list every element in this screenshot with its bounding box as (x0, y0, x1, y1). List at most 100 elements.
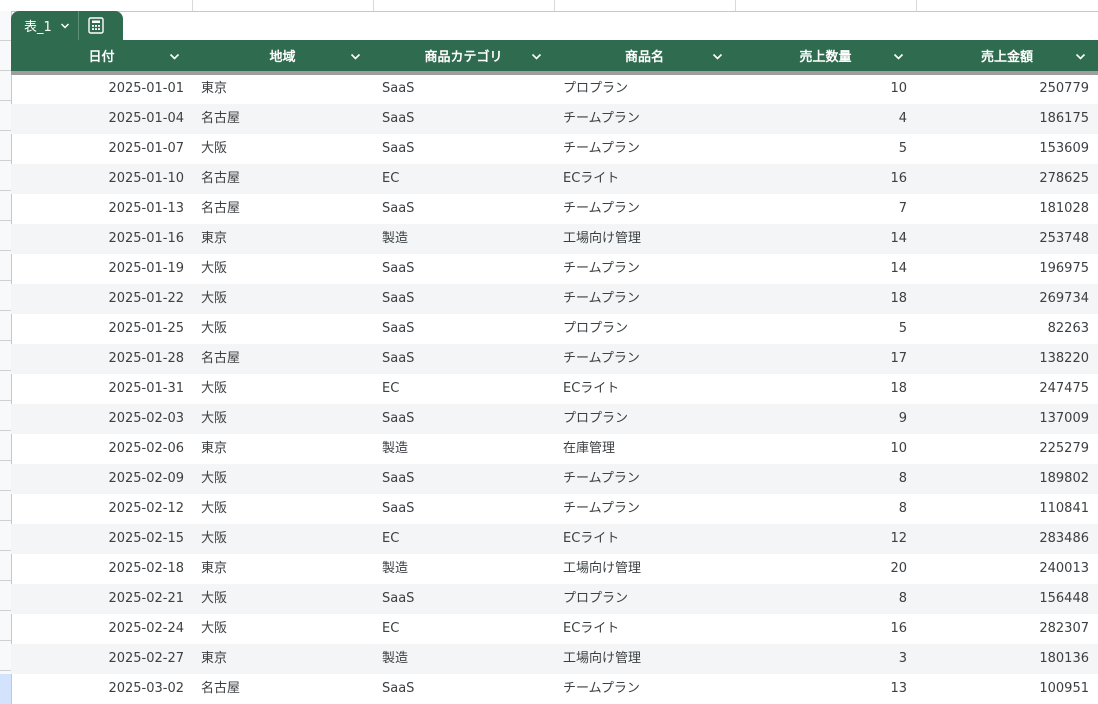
cell-date[interactable]: 2025-02-06 (11, 434, 192, 464)
cell-category[interactable]: 製造 (373, 644, 554, 674)
cell-category[interactable]: SaaS (373, 674, 554, 704)
cell-date[interactable]: 2025-01-25 (11, 314, 192, 344)
cell-product[interactable]: プロプラン (554, 584, 735, 614)
cell-amount[interactable]: 153609 (916, 134, 1098, 164)
cell-amount[interactable]: 137009 (916, 404, 1098, 434)
cell-category[interactable]: SaaS (373, 284, 554, 314)
cell-category[interactable]: SaaS (373, 194, 554, 224)
cell-region[interactable]: 名古屋 (192, 194, 373, 224)
cell-category[interactable]: SaaS (373, 314, 554, 344)
cell-quantity[interactable]: 16 (735, 164, 916, 194)
cell-amount[interactable]: 186175 (916, 104, 1098, 134)
cell-product[interactable]: チームプラン (554, 674, 735, 704)
cell-region[interactable]: 大阪 (192, 314, 373, 344)
cell-amount[interactable]: 100951 (916, 674, 1098, 704)
cell-region[interactable]: 名古屋 (192, 164, 373, 194)
header-quantity[interactable]: 売上数量 (735, 40, 916, 71)
cell-category[interactable]: EC (373, 524, 554, 554)
cell-date[interactable]: 2025-01-19 (11, 254, 192, 284)
cell-product[interactable]: チームプラン (554, 194, 735, 224)
table-name-dropdown[interactable]: 表_1 (11, 11, 78, 40)
cell-region[interactable]: 大阪 (192, 404, 373, 434)
cell-quantity[interactable]: 12 (735, 524, 916, 554)
cell-product[interactable]: 工場向け管理 (554, 224, 735, 254)
cell-region[interactable]: 大阪 (192, 464, 373, 494)
cell-date[interactable]: 2025-02-12 (11, 494, 192, 524)
cell-quantity[interactable]: 4 (735, 104, 916, 134)
cell-region[interactable]: 大阪 (192, 614, 373, 644)
cell-amount[interactable]: 240013 (916, 554, 1098, 584)
cell-quantity[interactable]: 10 (735, 434, 916, 464)
cell-quantity[interactable]: 14 (735, 224, 916, 254)
cell-quantity[interactable]: 18 (735, 374, 916, 404)
cell-date[interactable]: 2025-02-18 (11, 554, 192, 584)
cell-region[interactable]: 名古屋 (192, 104, 373, 134)
cell-date[interactable]: 2025-03-02 (11, 674, 192, 704)
cell-amount[interactable]: 196975 (916, 254, 1098, 284)
cell-category[interactable]: SaaS (373, 74, 554, 104)
cell-region[interactable]: 東京 (192, 434, 373, 464)
cell-amount[interactable]: 180136 (916, 644, 1098, 674)
cell-region[interactable]: 大阪 (192, 284, 373, 314)
cell-quantity[interactable]: 8 (735, 494, 916, 524)
cell-amount[interactable]: 247475 (916, 374, 1098, 404)
cell-date[interactable]: 2025-01-22 (11, 284, 192, 314)
cell-category[interactable]: SaaS (373, 404, 554, 434)
cell-quantity[interactable]: 14 (735, 254, 916, 284)
cell-product[interactable]: チームプラン (554, 344, 735, 374)
cell-quantity[interactable]: 8 (735, 464, 916, 494)
cell-amount[interactable]: 181028 (916, 194, 1098, 224)
cell-product[interactable]: ECライト (554, 524, 735, 554)
cell-date[interactable]: 2025-01-04 (11, 104, 192, 134)
cell-product[interactable]: ECライト (554, 614, 735, 644)
cell-amount[interactable]: 278625 (916, 164, 1098, 194)
cell-category[interactable]: EC (373, 164, 554, 194)
cell-product[interactable]: プロプラン (554, 314, 735, 344)
cell-date[interactable]: 2025-01-01 (11, 74, 192, 104)
cell-category[interactable]: SaaS (373, 254, 554, 284)
cell-category[interactable]: 製造 (373, 554, 554, 584)
cell-product[interactable]: プロプラン (554, 74, 735, 104)
cell-product[interactable]: プロプラン (554, 404, 735, 434)
cell-date[interactable]: 2025-01-07 (11, 134, 192, 164)
cell-region[interactable]: 東京 (192, 224, 373, 254)
cell-date[interactable]: 2025-01-13 (11, 194, 192, 224)
cell-amount[interactable]: 156448 (916, 584, 1098, 614)
cell-date[interactable]: 2025-01-10 (11, 164, 192, 194)
cell-date[interactable]: 2025-02-21 (11, 584, 192, 614)
cell-amount[interactable]: 138220 (916, 344, 1098, 374)
cell-region[interactable]: 名古屋 (192, 674, 373, 704)
cell-product[interactable]: チームプラン (554, 134, 735, 164)
cell-quantity[interactable]: 20 (735, 554, 916, 584)
header-category[interactable]: 商品カテゴリ (373, 40, 554, 71)
cell-region[interactable]: 東京 (192, 644, 373, 674)
cell-date[interactable]: 2025-02-24 (11, 614, 192, 644)
cell-product[interactable]: ECライト (554, 374, 735, 404)
cell-quantity[interactable]: 7 (735, 194, 916, 224)
cell-quantity[interactable]: 5 (735, 314, 916, 344)
cell-quantity[interactable]: 17 (735, 344, 916, 374)
header-date[interactable]: 日付 (11, 40, 192, 71)
cell-amount[interactable]: 225279 (916, 434, 1098, 464)
cell-quantity[interactable]: 16 (735, 614, 916, 644)
cell-date[interactable]: 2025-02-15 (11, 524, 192, 554)
cell-amount[interactable]: 253748 (916, 224, 1098, 254)
header-product[interactable]: 商品名 (554, 40, 735, 71)
cell-amount[interactable]: 283486 (916, 524, 1098, 554)
cell-product[interactable]: チームプラン (554, 284, 735, 314)
cell-region[interactable]: 名古屋 (192, 344, 373, 374)
cell-quantity[interactable]: 13 (735, 674, 916, 704)
calculator-button[interactable] (79, 11, 113, 40)
cell-amount[interactable]: 110841 (916, 494, 1098, 524)
cell-product[interactable]: ECライト (554, 164, 735, 194)
cell-amount[interactable]: 269734 (916, 284, 1098, 314)
cell-product[interactable]: 工場向け管理 (554, 644, 735, 674)
cell-category[interactable]: 製造 (373, 224, 554, 254)
cell-date[interactable]: 2025-01-16 (11, 224, 192, 254)
cell-date[interactable]: 2025-01-28 (11, 344, 192, 374)
cell-quantity[interactable]: 10 (735, 74, 916, 104)
cell-product[interactable]: チームプラン (554, 464, 735, 494)
cell-quantity[interactable]: 3 (735, 644, 916, 674)
cell-region[interactable]: 大阪 (192, 134, 373, 164)
cell-category[interactable]: SaaS (373, 464, 554, 494)
